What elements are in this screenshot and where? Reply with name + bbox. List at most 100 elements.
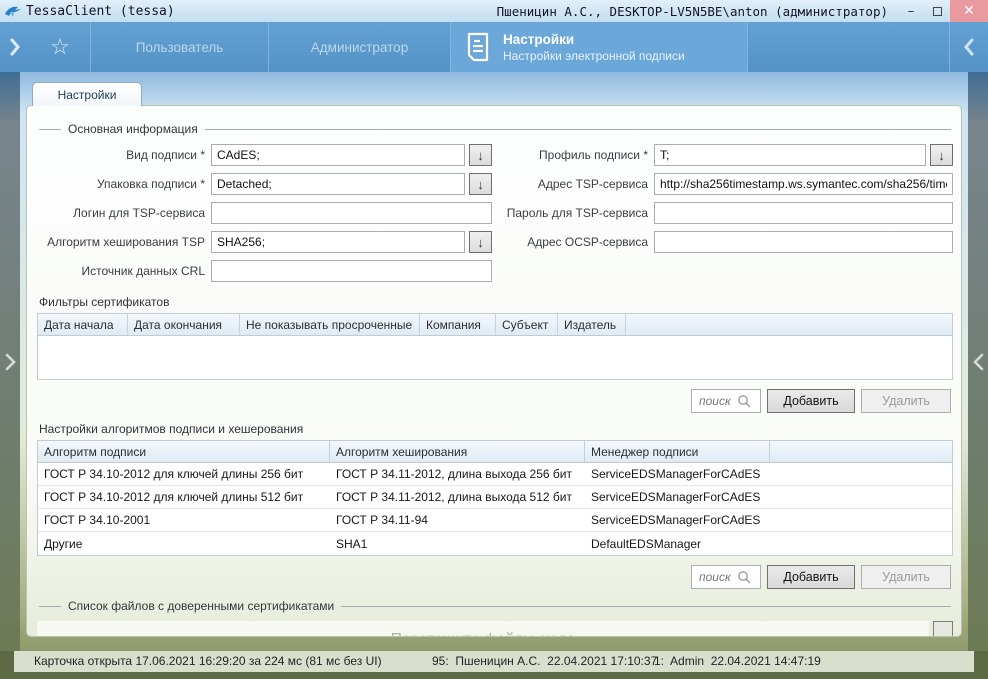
content-area: Настройки Основная информация Вид подпис… — [0, 72, 988, 651]
search-icon — [737, 394, 751, 408]
cell-signature-algorithm: ГОСТ Р 34.10-2001 — [38, 509, 330, 531]
chevron-left-icon — [973, 353, 984, 371]
cell-signature-manager: ServiceEDSManagerForCAdES — [585, 463, 770, 485]
column-header-signature-manager[interactable]: Менеджер подписи — [585, 441, 770, 462]
field-label-tsp-address: Адрес TSP-сервиса — [498, 177, 648, 191]
scroll-down-button[interactable] — [933, 621, 953, 637]
group-title: Основная информация — [68, 122, 198, 136]
algorithms-search-box[interactable] — [691, 565, 761, 589]
field-label-tsp-login: Логин для TSP-сервиса — [37, 206, 205, 220]
status-card-opened: Карточка открыта 17.06.2021 16:29:20 за … — [34, 654, 382, 668]
bottom-window-edge — [0, 672, 988, 679]
filters-search-box[interactable] — [691, 389, 761, 413]
certificate-filters-empty-body[interactable] — [38, 336, 952, 379]
tsp-address-input[interactable] — [654, 173, 953, 195]
column-header-issuer[interactable]: Издатель — [558, 314, 626, 335]
favorites-star-button[interactable]: ☆ — [30, 22, 90, 72]
cell-hash-algorithm: ГОСТ Р 34.11-2012, длина выхода 256 бит — [330, 463, 585, 485]
column-header-hash-algorithm[interactable]: Алгоритм хеширования — [330, 441, 585, 462]
column-header-filler — [626, 314, 952, 335]
group-trusted-files: Список файлов с доверенными сертификатам… — [39, 599, 951, 613]
signature-packing-input[interactable] — [211, 173, 465, 195]
app-window: TessaClient (tessa) Пшеницин А.С., DESKT… — [0, 0, 988, 679]
column-header-company[interactable]: Компания — [420, 314, 496, 335]
field-label-signature-profile: Профиль подписи * — [498, 148, 648, 162]
column-header-filler — [770, 441, 952, 462]
signature-profile-input[interactable] — [654, 144, 926, 166]
dropdown-arrow-button[interactable]: ↓ — [469, 144, 492, 166]
titlebar-user-info: Пшеницин А.С., DESKTOP-LV5N5BE\anton (ад… — [497, 4, 888, 19]
nav-collapse-right-button[interactable] — [950, 22, 988, 72]
title-bar: TessaClient (tessa) Пшеницин А.С., DESKT… — [0, 0, 988, 22]
filters-add-button[interactable]: Добавить — [767, 389, 855, 413]
document-icon — [465, 32, 491, 62]
algorithms-toolbar: Добавить Удалить — [37, 565, 951, 589]
nav-tab-user[interactable]: Пользователь — [91, 22, 268, 72]
status-bar: Карточка открыта 17.06.2021 16:29:20 за … — [14, 651, 974, 672]
close-button[interactable]: ✕ — [950, 0, 988, 22]
algorithms-section-title: Настройки алгоритмов подписи и хешерован… — [39, 422, 953, 436]
algorithms-add-button[interactable]: Добавить — [767, 565, 855, 589]
filters-toolbar: Добавить Удалить — [37, 389, 951, 413]
tab-settings[interactable]: Настройки — [32, 82, 142, 106]
status-modified-by: 95: Пшеницин А.С. 22.04.2021 17:10:37 — [432, 654, 657, 668]
field-label-crl-source: Источник данных CRL — [37, 264, 205, 278]
nav-tab-settings-active[interactable]: Настройки Настройки электронной подписи — [451, 22, 747, 72]
minimize-button[interactable]: – — [898, 0, 924, 22]
maximize-button[interactable] — [924, 0, 950, 22]
cell-signature-algorithm: ГОСТ Р 34.10-2012 для ключей длины 512 б… — [38, 486, 330, 508]
algorithms-search-input[interactable] — [699, 570, 737, 584]
right-panel-expander[interactable] — [968, 72, 988, 651]
certificate-filters-title: Фильтры сертификатов — [39, 295, 953, 309]
chevron-right-icon — [9, 37, 21, 57]
chevron-right-icon — [5, 353, 16, 371]
field-label-tsp-password: Пароль для TSP-сервиса — [498, 206, 648, 220]
tsp-password-input[interactable] — [654, 202, 953, 224]
cell-hash-algorithm: SHA1 — [330, 532, 585, 555]
table-row[interactable]: ГОСТ Р 34.10-2012 для ключей длины 512 б… — [38, 486, 952, 509]
settings-panel: Основная информация Вид подписи * ↓ Упак… — [26, 105, 962, 637]
tsp-login-input[interactable] — [211, 202, 492, 224]
cell-signature-manager: DefaultEDSManager — [585, 532, 770, 555]
table-row[interactable]: ГОСТ Р 34.10-2001 ГОСТ Р 34.11-94 Servic… — [38, 509, 952, 532]
algorithms-table: Алгоритм подписи Алгоритм хеширования Ме… — [37, 440, 953, 556]
file-dropzone[interactable]: Перетащите файлы сюда — [37, 621, 929, 637]
filters-search-input[interactable] — [699, 394, 737, 408]
dropdown-arrow-button[interactable]: ↓ — [930, 144, 953, 166]
cell-signature-algorithm: ГОСТ Р 34.10-2012 для ключей длины 256 б… — [38, 463, 330, 485]
table-row[interactable]: ГОСТ Р 34.10-2012 для ключей длины 256 б… — [38, 463, 952, 486]
cell-hash-algorithm: ГОСТ Р 34.11-94 — [330, 509, 585, 531]
column-header-end-date[interactable]: Дата окончания — [128, 314, 240, 335]
nav-expand-left-button[interactable] — [0, 22, 30, 72]
cell-signature-algorithm: Другие — [38, 532, 330, 555]
active-nav-subtitle: Настройки электронной подписи — [503, 49, 685, 63]
status-row: Карточка открыта 17.06.2021 16:29:20 за … — [0, 651, 988, 672]
group-main-info: Основная информация — [39, 122, 951, 136]
field-label-signature-packing: Упаковка подписи * — [37, 177, 205, 191]
dropdown-arrow-button[interactable]: ↓ — [469, 173, 492, 195]
column-header-subject[interactable]: Субъект — [496, 314, 558, 335]
group-title: Список файлов с доверенными сертификатам… — [68, 599, 334, 613]
dropdown-arrow-button[interactable]: ↓ — [469, 231, 492, 253]
nav-filler — [748, 22, 949, 72]
card-backdrop: Настройки Основная информация Вид подпис… — [20, 72, 968, 645]
field-label-tsp-hash-algorithm: Алгоритм хеширования TSP — [37, 235, 205, 249]
algorithms-remove-button[interactable]: Удалить — [861, 565, 951, 589]
cell-signature-manager: ServiceEDSManagerForCAdES — [585, 509, 770, 531]
crl-source-input[interactable] — [211, 260, 492, 282]
signature-kind-input[interactable] — [211, 144, 465, 166]
nav-tab-admin[interactable]: Администратор — [269, 22, 450, 72]
window-title: TessaClient (tessa) — [26, 4, 175, 19]
column-header-start-date[interactable]: Дата начала — [38, 314, 128, 335]
filters-remove-button[interactable]: Удалить — [861, 389, 951, 413]
column-header-hide-expired[interactable]: Не показывать просроченные — [240, 314, 420, 335]
cell-hash-algorithm: ГОСТ Р 34.11-2012, длина выхода 512 бит — [330, 486, 585, 508]
search-icon — [737, 570, 751, 584]
left-panel-expander[interactable] — [0, 72, 20, 651]
chevron-down-icon — [937, 636, 949, 638]
column-header-signature-algorithm[interactable]: Алгоритм подписи — [38, 441, 330, 462]
tsp-hash-algorithm-input[interactable] — [211, 231, 465, 253]
ocsp-address-input[interactable] — [654, 231, 953, 253]
app-logo-icon — [0, 4, 26, 18]
table-row[interactable]: Другие SHA1 DefaultEDSManager — [38, 532, 952, 555]
